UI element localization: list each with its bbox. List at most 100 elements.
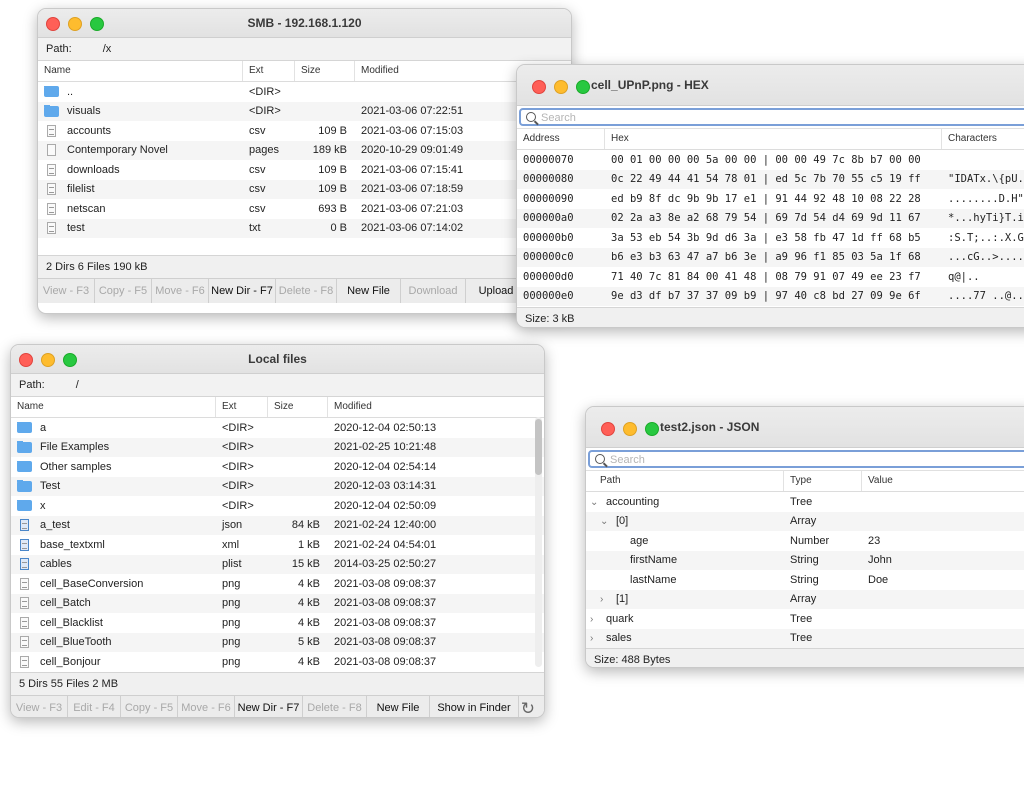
search-box[interactable] <box>519 108 1024 126</box>
file-list[interactable]: a <DIR> 2020-12-04 02:50:13 File Examples <D… <box>11 418 544 672</box>
delete-f8-button[interactable]: Delete - F8 <box>276 279 337 303</box>
table-row[interactable]: test txt 0 B 2021-03-06 07:14:02 <box>38 218 571 238</box>
table-row[interactable]: accounts csv 109 B 2021-03-06 07:15:03 <box>38 121 571 141</box>
search-input[interactable] <box>541 111 900 124</box>
column-value[interactable]: Value <box>862 471 1024 491</box>
table-row[interactable]: cell_BlueTooth png 5 kB 2021-03-08 09:08:37 <box>11 632 544 652</box>
table-row[interactable]: a_test json 84 kB 2021-02-24 12:40:00 <box>11 515 544 535</box>
path-cell: › sales <box>586 632 784 644</box>
tree-row[interactable]: › quark Tree <box>586 609 1024 629</box>
zoom-button[interactable] <box>645 422 659 436</box>
search-input[interactable] <box>610 453 920 466</box>
new-dir-f7-button[interactable]: New Dir - F7 <box>235 696 303 717</box>
scrollbar[interactable] <box>535 417 542 667</box>
column-ext[interactable]: Ext <box>216 397 268 417</box>
table-row[interactable]: 00000070 00 01 00 00 00 5a 00 00 | 00 00 … <box>517 150 1024 170</box>
close-button[interactable] <box>601 422 615 436</box>
table-row[interactable]: visuals <DIR> 2021-03-06 07:22:51 <box>38 101 571 121</box>
hex-titlebar[interactable]: cell_UPnP.png - HEX <box>517 65 1024 106</box>
table-row[interactable]: File Examples <DIR> 2021-02-25 10:21:48 <box>11 437 544 457</box>
table-row[interactable]: cell_BaseConversion png 4 kB 2021-03-08 09:… <box>11 574 544 594</box>
table-row[interactable]: 000000e0 9e d3 df b7 37 37 09 b9 | 97 40 … <box>517 286 1024 306</box>
column-name[interactable]: Name <box>11 397 216 417</box>
column-type[interactable]: Type <box>784 471 862 491</box>
copy-f5-button[interactable]: Copy - F5 <box>95 279 152 303</box>
chevron-right-icon[interactable]: › <box>590 614 600 625</box>
tree-row[interactable]: age Number 23 <box>586 531 1024 551</box>
file-modified: 2021-03-08 09:08:37 <box>334 655 437 668</box>
column-size[interactable]: Size <box>268 397 328 417</box>
table-row[interactable]: 000000a0 02 2a a3 8e a2 68 79 54 | 69 7d … <box>517 208 1024 228</box>
chevron-down-icon[interactable]: ⌄ <box>600 516 610 527</box>
path-cell: age <box>586 535 784 547</box>
table-row[interactable]: Test <DIR> 2020-12-03 03:14:31 <box>11 476 544 496</box>
zoom-button[interactable] <box>576 80 590 94</box>
show-in-finder-button[interactable]: Show in Finder <box>430 696 519 717</box>
tree-row[interactable]: › [1] Array <box>586 589 1024 609</box>
column-name[interactable]: Name <box>38 61 243 81</box>
table-row[interactable]: Contemporary Novel pages 189 kB 2020-10-29 … <box>38 140 571 160</box>
column-ext[interactable]: Ext <box>243 61 295 81</box>
path-value[interactable]: / <box>76 379 79 391</box>
column-path[interactable]: Path <box>586 471 784 491</box>
table-row[interactable]: .. <DIR> <box>38 82 571 102</box>
view-f3-button[interactable]: View - F3 <box>11 696 68 717</box>
table-row[interactable]: 000000d0 71 40 7c 81 84 00 41 48 | 08 79 … <box>517 267 1024 287</box>
table-row[interactable]: Other samples <DIR> 2020-12-04 02:54:14 <box>11 457 544 477</box>
table-row[interactable]: a <DIR> 2020-12-04 02:50:13 <box>11 418 544 438</box>
chevron-right-icon[interactable]: › <box>590 633 600 644</box>
tree-row[interactable]: lastName String Doe <box>586 570 1024 590</box>
table-row[interactable]: 00000080 0c 22 49 44 41 54 78 01 | ed 5c … <box>517 169 1024 189</box>
copy-f5-button[interactable]: Copy - F5 <box>121 696 178 717</box>
local-titlebar[interactable]: Local files <box>11 345 544 374</box>
column-size[interactable]: Size <box>295 61 355 81</box>
file-name: cell_Batch <box>40 597 91 610</box>
table-row[interactable]: cell_Blacklist png 4 kB 2021-03-08 09:08:37 <box>11 613 544 633</box>
file-modified: 2021-03-08 09:08:37 <box>334 616 437 629</box>
table-row[interactable]: x <DIR> 2020-12-04 02:50:09 <box>11 496 544 516</box>
path-value[interactable]: /x <box>103 43 112 55</box>
tree-row[interactable]: ⌄ accounting Tree <box>586 492 1024 512</box>
tree-row[interactable]: ⌄ [0] Array <box>586 511 1024 531</box>
column-address[interactable]: Address <box>517 129 605 149</box>
column-modified[interactable]: Modified <box>328 397 543 417</box>
tree-row[interactable]: › sales Tree <box>586 628 1024 648</box>
chevron-right-icon[interactable]: › <box>600 594 610 605</box>
chevron-down-icon[interactable]: ⌄ <box>590 497 600 508</box>
table-row[interactable]: 000000b0 3a 53 eb 54 3b 9d d6 3a | e3 58 … <box>517 228 1024 248</box>
column-hex[interactable]: Hex <box>605 129 942 149</box>
json-tree[interactable]: ⌄ accounting Tree ⌄ [0] Array age Number 23 first… <box>586 492 1024 648</box>
new-dir-f7-button[interactable]: New Dir - F7 <box>209 279 276 303</box>
table-row[interactable]: cables plist 15 kB 2014-03-25 02:50:27 <box>11 554 544 574</box>
move-f6-button[interactable]: Move - F6 <box>178 696 235 717</box>
new-file-button[interactable]: New File <box>337 279 401 303</box>
file-list[interactable]: .. <DIR> visuals <DIR> 2021-03-06 07:22:51 ac… <box>38 82 571 255</box>
scrollbar-thumb[interactable] <box>535 419 542 475</box>
smb-titlebar[interactable]: SMB - 192.168.1.120 <box>38 9 571 38</box>
edit-f4-button[interactable]: Edit - F4 <box>68 696 121 717</box>
view-f3-button[interactable]: View - F3 <box>38 279 95 303</box>
download-button[interactable]: Download <box>401 279 466 303</box>
minimize-button[interactable] <box>623 422 637 436</box>
table-row[interactable]: filelist csv 109 B 2021-03-06 07:18:59 <box>38 179 571 199</box>
hex-list[interactable]: 00000070 00 01 00 00 00 5a 00 00 | 00 00 … <box>517 150 1024 307</box>
table-row[interactable]: 000000c0 b6 e3 b3 63 47 a7 b6 3e | a9 96 … <box>517 247 1024 267</box>
tree-row[interactable]: firstName String John <box>586 550 1024 570</box>
table-row[interactable]: cell_Batch png 4 kB 2021-03-08 09:08:37 <box>11 593 544 613</box>
close-button[interactable] <box>532 80 546 94</box>
refresh-icon[interactable]: ↻ <box>521 699 535 717</box>
table-row[interactable]: base_textxml xml 1 kB 2021-02-24 04:54:01 <box>11 535 544 555</box>
table-row[interactable]: netscan csv 693 B 2021-03-06 07:21:03 <box>38 199 571 219</box>
json-titlebar[interactable]: test2.json - JSON <box>586 407 1024 448</box>
minimize-button[interactable] <box>554 80 568 94</box>
table-row[interactable]: downloads csv 109 B 2021-03-06 07:15:41 <box>38 160 571 180</box>
delete-f8-button[interactable]: Delete - F8 <box>303 696 367 717</box>
table-row[interactable]: cell_Bonjour png 4 kB 2021-03-08 09:08:37 <box>11 652 544 672</box>
new-file-button[interactable]: New File <box>367 696 430 717</box>
table-row[interactable]: 00000090 ed b9 8f dc 9b 9b 17 e1 | 91 44 … <box>517 189 1024 209</box>
move-f6-button[interactable]: Move - F6 <box>152 279 209 303</box>
column-characters[interactable]: Characters <box>942 129 1024 149</box>
file-name: filelist <box>67 183 95 196</box>
search-box[interactable] <box>588 450 1024 468</box>
file-name: .. <box>67 85 74 98</box>
